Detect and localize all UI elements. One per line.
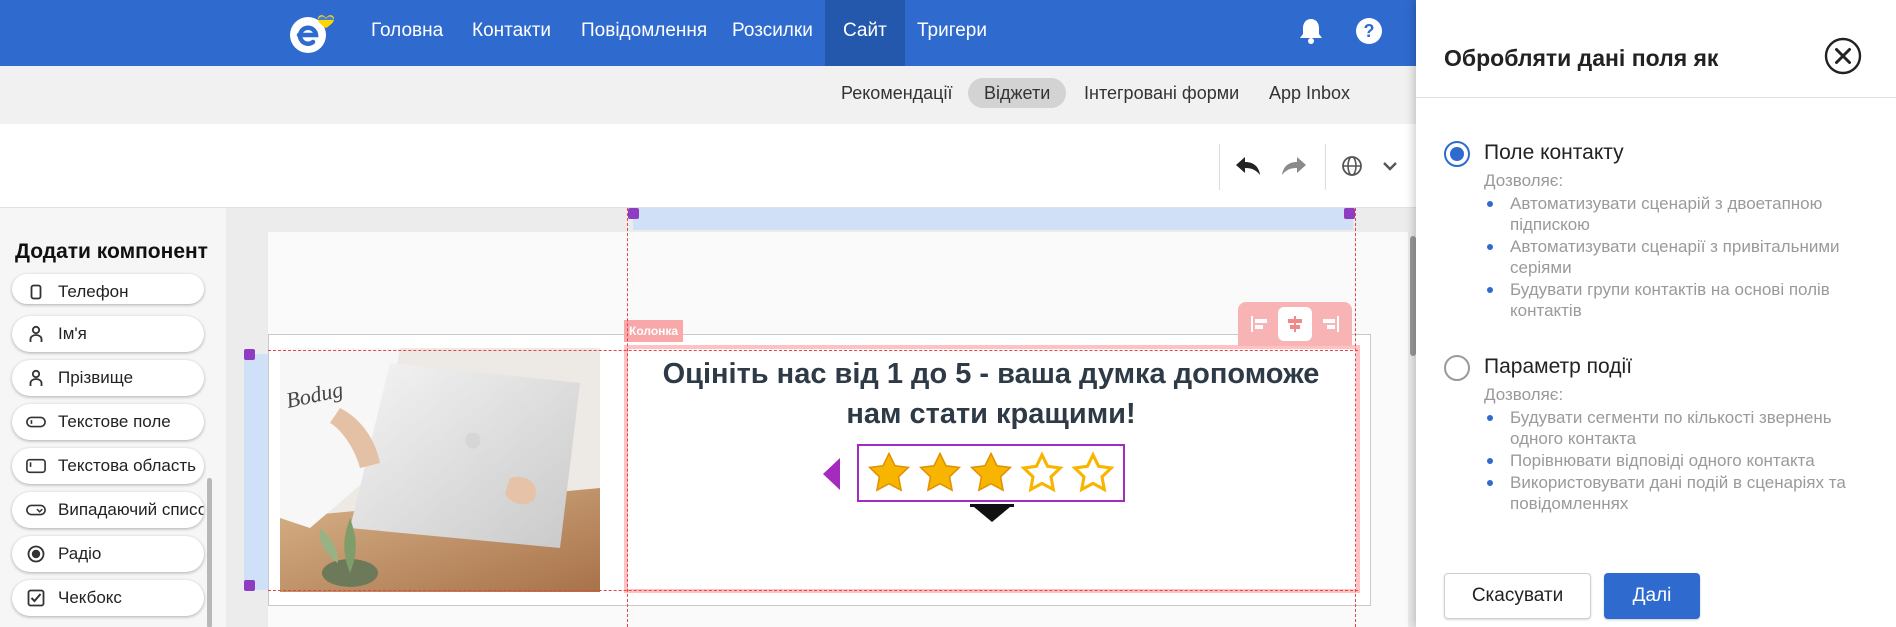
app-root: Головна Контакти Повідомлення Розсилки С… [0, 0, 1896, 627]
toolbar-divider [1325, 144, 1326, 190]
option-contact-field[interactable]: Поле контакту Дозволяє: Автоматизувати с… [1444, 141, 1884, 331]
redo-icon[interactable] [1274, 146, 1314, 186]
nav-messages[interactable]: Повідомлення [563, 0, 725, 66]
component-label: Прізвище [58, 368, 134, 387]
column-label: Колонка [624, 320, 684, 342]
option-features-list: Автоматизувати сценарій з двоетапною під… [1484, 193, 1884, 322]
nav-site[interactable]: Сайт [825, 0, 905, 66]
option-features-list: Будувати сегменти по кількості звернень … [1484, 407, 1884, 515]
panel-title: Обробляти дані поля як [1444, 45, 1719, 71]
option-allows-label: Дозволяє: [1484, 171, 1564, 190]
move-down-arrow-icon[interactable] [968, 504, 1016, 524]
list-item: Використовувати дані подій в сценаріях т… [1484, 472, 1884, 514]
column-align-toolbar [1238, 302, 1352, 346]
component-dropdown[interactable]: Випадаючий список [12, 492, 204, 528]
laptop-photo[interactable]: Bodug [280, 348, 600, 592]
guide-line [627, 208, 628, 627]
list-item: Порівнювати відповіді одного контакта [1484, 450, 1884, 471]
resize-handle[interactable] [628, 208, 639, 219]
text-area-icon [26, 456, 46, 476]
component-text-field[interactable]: Текстове поле [12, 404, 204, 440]
component-label: Телефон [58, 282, 129, 301]
selection-padding-top[interactable] [633, 208, 1353, 230]
align-center-icon[interactable] [1277, 307, 1312, 341]
nav-triggers[interactable]: Тригери [899, 0, 1005, 66]
sub-navbar: Рекомендації Віджети Інтегровані форми A… [0, 66, 1416, 124]
resize-handle[interactable] [244, 349, 255, 360]
list-item: Автоматизувати сценарії з привітальними … [1484, 236, 1884, 278]
list-item: Будувати сегменти по кількості звернень … [1484, 407, 1884, 449]
radio-event-parameter[interactable] [1444, 355, 1470, 381]
field-type-panel: Обробляти дані поля як Поле контакту Доз… [1416, 0, 1896, 627]
globe-icon[interactable] [1332, 146, 1372, 186]
editor-toolbar [0, 124, 1416, 208]
option-allows-label: Дозволяє: [1484, 385, 1564, 404]
logo-icon[interactable] [286, 8, 340, 56]
add-component-panel: Додати компонент Телефон Ім'я Прізвище Т… [0, 208, 226, 627]
subnav-integrated-forms[interactable]: Інтегровані форми [1068, 78, 1255, 108]
component-label: Текстова область [58, 456, 197, 475]
component-label: Текстове поле [58, 412, 171, 431]
panel-divider [1416, 97, 1896, 98]
component-label: Випадаючий список [58, 500, 204, 519]
resize-handle[interactable] [244, 580, 255, 591]
close-icon[interactable] [1824, 37, 1862, 75]
nav-contacts[interactable]: Контакти [454, 0, 569, 66]
list-item: Будувати групи контактів на основі полів… [1484, 279, 1884, 321]
top-navbar: Головна Контакти Повідомлення Розсилки С… [0, 0, 1416, 66]
star-empty-icon[interactable] [1019, 450, 1065, 496]
star-empty-icon[interactable] [1070, 450, 1116, 496]
subnav-app-inbox[interactable]: App Inbox [1253, 78, 1366, 108]
guide-line [268, 590, 1358, 591]
component-last-name[interactable]: Прізвище [12, 360, 204, 396]
rating-headline[interactable]: Оцініть нас від 1 до 5 - ваша думка допо… [636, 354, 1346, 434]
text-field-icon [26, 412, 46, 432]
option-title[interactable]: Параметр події [1484, 355, 1632, 379]
component-first-name[interactable]: Ім'я [12, 316, 204, 352]
subnav-widgets[interactable]: Віджети [968, 78, 1067, 108]
panel-scrollbar[interactable] [207, 478, 212, 627]
list-item: Автоматизувати сценарій з двоетапною під… [1484, 193, 1884, 235]
component-radio[interactable]: Радіо [12, 536, 204, 572]
phone-icon [26, 282, 46, 302]
help-icon[interactable]: ? [1352, 14, 1386, 48]
subnav-recommendations[interactable]: Рекомендації [825, 78, 968, 108]
align-left-icon[interactable] [1243, 307, 1277, 341]
option-event-parameter[interactable]: Параметр події Дозволяє: Будувати сегмен… [1444, 355, 1884, 525]
component-text-area[interactable]: Текстова область [12, 448, 204, 484]
guide-line [1355, 208, 1356, 627]
star-rating[interactable] [857, 444, 1125, 502]
option-title[interactable]: Поле контакту [1484, 141, 1624, 165]
move-left-arrow-icon[interactable] [820, 456, 842, 492]
bell-icon[interactable] [1294, 14, 1328, 48]
undo-icon[interactable] [1228, 146, 1268, 186]
component-label: Радіо [58, 544, 102, 563]
selection-padding-left[interactable] [244, 354, 268, 590]
star-filled-icon[interactable] [917, 450, 963, 496]
person-icon [26, 368, 46, 388]
resize-handle[interactable] [1344, 208, 1355, 219]
dropdown-icon [26, 500, 46, 520]
nav-mailings[interactable]: Розсилки [714, 0, 831, 66]
component-label: Чекбокс [58, 588, 122, 607]
guide-line [268, 350, 1358, 351]
align-right-icon[interactable] [1313, 307, 1347, 341]
radio-contact-field[interactable] [1444, 141, 1470, 167]
star-filled-icon[interactable] [866, 450, 912, 496]
svg-text:?: ? [1364, 21, 1375, 41]
next-button[interactable]: Далі [1604, 573, 1700, 619]
star-filled-icon[interactable] [968, 450, 1014, 496]
radio-icon [26, 544, 46, 564]
chevron-down-icon[interactable] [1370, 146, 1410, 186]
checkbox-icon [26, 588, 46, 608]
person-icon [26, 324, 46, 344]
nav-home[interactable]: Головна [353, 0, 461, 66]
component-phone[interactable]: Телефон [12, 274, 204, 304]
cancel-button[interactable]: Скасувати [1444, 573, 1591, 619]
component-label: Ім'я [58, 324, 87, 343]
component-checkbox[interactable]: Чекбокс [12, 580, 204, 616]
panel-title: Додати компонент [15, 240, 208, 263]
toolbar-divider [1219, 144, 1220, 190]
